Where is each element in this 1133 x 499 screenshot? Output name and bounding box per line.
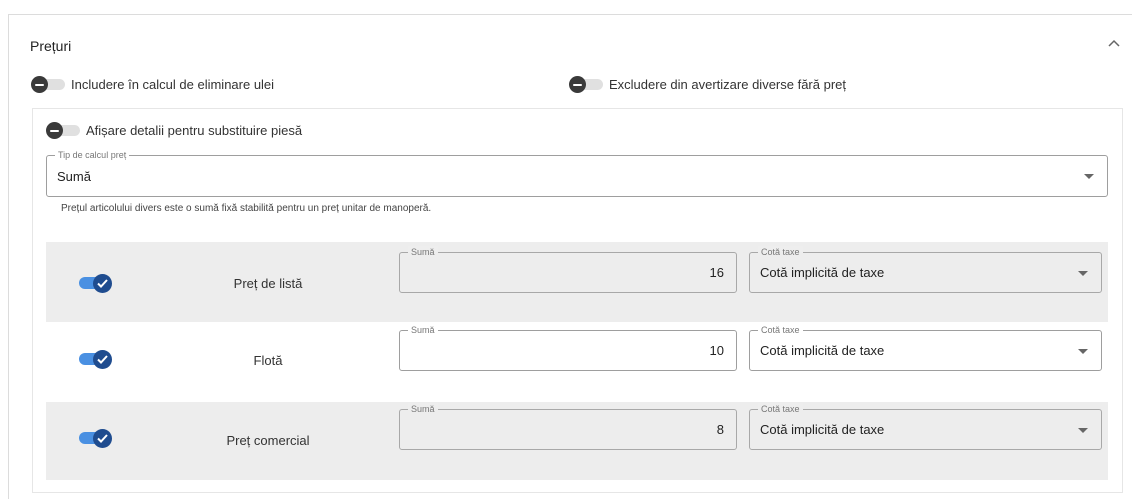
exclude-warning-toggle[interactable] [569,76,603,93]
exclude-warning-toggle-row[interactable]: Excludere din avertizare diverse fără pr… [569,76,847,93]
list-price-enable-toggle[interactable] [79,274,113,293]
amount-value: 8 [716,422,724,437]
amount-label: Sumă [408,403,438,415]
tax-rate-value: Cotă implicită de taxe [760,422,885,437]
substitution-toggle-row[interactable]: Afișare detalii pentru substituire piesă [46,122,303,139]
row-label: Flotă [253,353,283,368]
dropdown-arrow-icon [1078,270,1088,276]
substitution-toggle[interactable] [46,122,80,139]
dropdown-arrow-icon [1084,174,1094,179]
amount-value: 16 [709,265,724,280]
dropdown-arrow-icon [1078,427,1088,433]
tax-rate-value: Cotă implicită de taxe [760,343,885,358]
tax-rate-select[interactable]: Cotă taxe Cotă implicită de taxe [749,324,1102,371]
amount-label: Sumă [408,324,438,336]
tax-rate-select: Cotă taxe Cotă implicită de taxe [749,246,1102,293]
tax-rate-value: Cotă implicită de taxe [760,265,885,280]
amount-label: Sumă [408,246,438,258]
oil-disposal-toggle-row[interactable]: Includere în calcul de eliminare ulei [31,76,275,93]
dropdown-arrow-icon [1078,348,1088,354]
price-calc-type-select[interactable]: Tip de calcul preț Sumă [46,149,1108,197]
minus-icon [569,76,586,93]
oil-disposal-label: Includere în calcul de eliminare ulei [71,76,275,92]
substitution-label: Afișare detalii pentru substituire piesă [86,122,303,138]
amount-field: Sumă 8 [399,403,737,450]
section-title: Prețuri [30,38,72,54]
fleet-enable-toggle[interactable] [79,350,113,369]
amount-field: Sumă 16 [399,246,737,293]
amount-value: 10 [709,343,724,358]
chevron-up-icon[interactable] [1108,34,1120,50]
row-label: Preț de listă [233,276,303,291]
row-label: Preț comercial [226,433,310,448]
price-calc-type-value: Sumă [57,168,91,184]
check-icon [93,274,112,293]
check-icon [93,429,112,448]
oil-disposal-toggle[interactable] [31,76,65,93]
exclude-warning-label: Excludere din avertizare diverse fără pr… [609,76,847,92]
minus-icon [31,76,48,93]
amount-field[interactable]: Sumă 10 [399,324,737,371]
check-icon [93,350,112,369]
minus-icon [46,122,63,139]
commercial-enable-toggle[interactable] [79,429,113,448]
price-calc-helper-text: Prețul articolului divers este o sumă fi… [61,203,432,214]
tax-rate-select: Cotă taxe Cotă implicită de taxe [749,403,1102,450]
